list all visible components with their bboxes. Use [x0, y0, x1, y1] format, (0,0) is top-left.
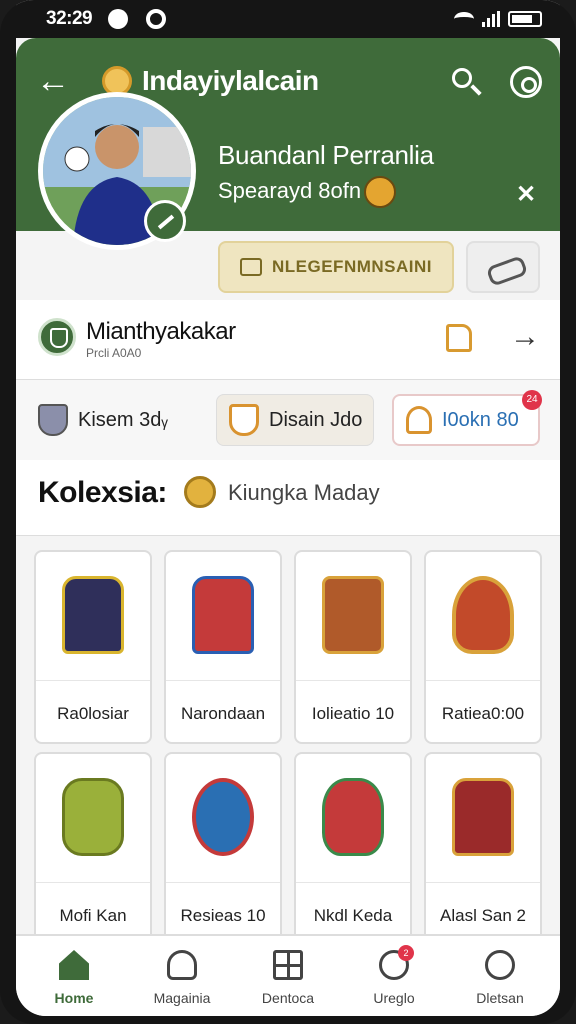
follow-button-label: NLEGEFNMNSAINI	[272, 257, 432, 276]
nav-label: Magainia	[153, 990, 211, 1006]
chip-row: Kisem 3dᵧ Disain Jdo I0okn 80 24	[16, 380, 560, 460]
nav-dletsan[interactable]: Dletsan	[446, 946, 554, 1012]
nav-label: Ureglo	[373, 990, 415, 1006]
back-button[interactable]: ←	[36, 64, 76, 100]
chip-label: Disain Jdo	[269, 408, 363, 431]
item-label: Iolieatio 10	[296, 680, 410, 722]
arrow-right-icon[interactable]: →	[510, 320, 540, 354]
app-status-icon	[146, 9, 166, 29]
settings-button[interactable]	[510, 66, 542, 98]
collection-card[interactable]: Alasl San 2	[424, 752, 542, 946]
wifi-icon	[454, 12, 474, 26]
coin-icon	[184, 476, 216, 508]
chip-badge: 24	[522, 390, 542, 410]
nav-dentoca[interactable]: Dentoca	[234, 946, 342, 1012]
pouch-icon	[62, 778, 124, 856]
team-row[interactable]: Mianthyakakar Prcli A0A0 →	[16, 300, 560, 380]
shield-icon	[38, 318, 76, 356]
satchel-icon	[322, 576, 384, 654]
chip-design[interactable]: Disain Jdo	[216, 394, 374, 446]
chip-crest[interactable]: Kisem 3dᵧ	[38, 394, 208, 446]
shield-item-icon	[192, 778, 254, 856]
close-icon[interactable]: ✕	[516, 180, 536, 209]
nav-badge: 2	[398, 945, 414, 961]
tag-icon	[240, 258, 262, 276]
profile-icon	[485, 950, 515, 980]
grid-icon	[273, 950, 303, 980]
chip-profile[interactable]: I0okn 80 24	[392, 390, 542, 446]
profile-subtitle: Spearayd 8ofn	[218, 178, 362, 203]
vase-icon	[322, 778, 384, 856]
item-label: Nkdl Keda	[296, 882, 410, 924]
shield-badge-icon	[229, 404, 259, 436]
status-time: 32:29	[46, 8, 93, 29]
crest-icon	[38, 404, 68, 436]
collection-card[interactable]: Iolieatio 10	[294, 550, 412, 744]
collection-header: Kolexsia: Kiungka Maday	[16, 460, 560, 536]
collection-title: Kolexsia:	[38, 476, 167, 509]
collection-card[interactable]: Ra0losiar	[34, 550, 152, 744]
ball-icon	[364, 176, 396, 208]
collection-card[interactable]: Mofi Kan	[34, 752, 152, 946]
app-title: Indayiylalcain	[142, 65, 319, 96]
item-image	[426, 754, 540, 878]
follow-button[interactable]: NLEGEFNMNSAINI	[218, 241, 454, 293]
bottom-nav: Home Magainia Dentoca 2 Ureglo Dletsan	[16, 934, 560, 1016]
battery-icon	[508, 11, 542, 27]
thumbs-up-icon[interactable]	[446, 324, 472, 352]
collection-card[interactable]: Resieas 10	[164, 752, 282, 946]
item-image	[166, 552, 280, 676]
team-title: Mianthyakakar	[86, 318, 236, 345]
nav-label: Dletsan	[476, 990, 524, 1006]
nav-label: Dentoca	[261, 990, 315, 1006]
chip-label: Kisem 3dᵧ	[78, 408, 168, 431]
item-label: Ra0losiar	[36, 680, 150, 722]
item-image	[296, 552, 410, 676]
collection-card[interactable]: Narondaan	[164, 550, 282, 744]
backpack-icon	[192, 576, 254, 654]
item-image	[296, 754, 410, 878]
backpack-icon	[452, 778, 514, 856]
item-image	[426, 552, 540, 676]
user-icon	[167, 950, 197, 980]
item-label: Mofi Kan	[36, 882, 150, 924]
nav-magainia[interactable]: Magainia	[128, 946, 236, 1012]
item-image	[36, 552, 150, 676]
phone-frame: 32:29 ← Indayiylalcain Buandanl Perranli…	[0, 0, 576, 1024]
edit-badge-icon[interactable]	[144, 200, 186, 242]
nav-label: Home	[54, 990, 94, 1006]
search-button[interactable]	[450, 66, 482, 98]
status-right	[454, 10, 542, 28]
heart-icon: 2	[379, 945, 414, 980]
app-screen: 32:29 ← Indayiylalcain Buandanl Perranli…	[16, 0, 560, 1016]
person-icon	[406, 406, 432, 434]
team-subtitle: Prcli A0A0	[86, 346, 142, 360]
home-icon	[59, 950, 89, 980]
item-label: Narondaan	[166, 680, 280, 722]
nav-home[interactable]: Home	[20, 946, 128, 1012]
backpack-icon	[62, 576, 124, 654]
collection-grid: Ra0losiar Narondaan Iolieatio 10 Ratiea0…	[34, 550, 544, 946]
status-bar: 32:29	[16, 0, 560, 38]
item-label: Ratiea0:00	[426, 680, 540, 722]
item-image	[36, 754, 150, 878]
collection-subtitle: Kiungka Maday	[228, 480, 380, 505]
item-label: Resieas 10	[166, 882, 280, 924]
chip-label: I0okn 80	[442, 408, 519, 431]
trophy-icon	[452, 576, 514, 654]
item-image	[166, 754, 280, 878]
notification-icon	[108, 9, 128, 29]
item-label: Alasl San 2	[426, 882, 540, 924]
link-button[interactable]	[466, 241, 540, 293]
profile-name: Buandanl Perranlia	[218, 140, 434, 170]
collection-card[interactable]: Nkdl Keda	[294, 752, 412, 946]
signal-icon	[482, 11, 500, 27]
nav-ureglo[interactable]: 2 Ureglo	[340, 945, 448, 1012]
collection-card[interactable]: Ratiea0:00	[424, 550, 542, 744]
